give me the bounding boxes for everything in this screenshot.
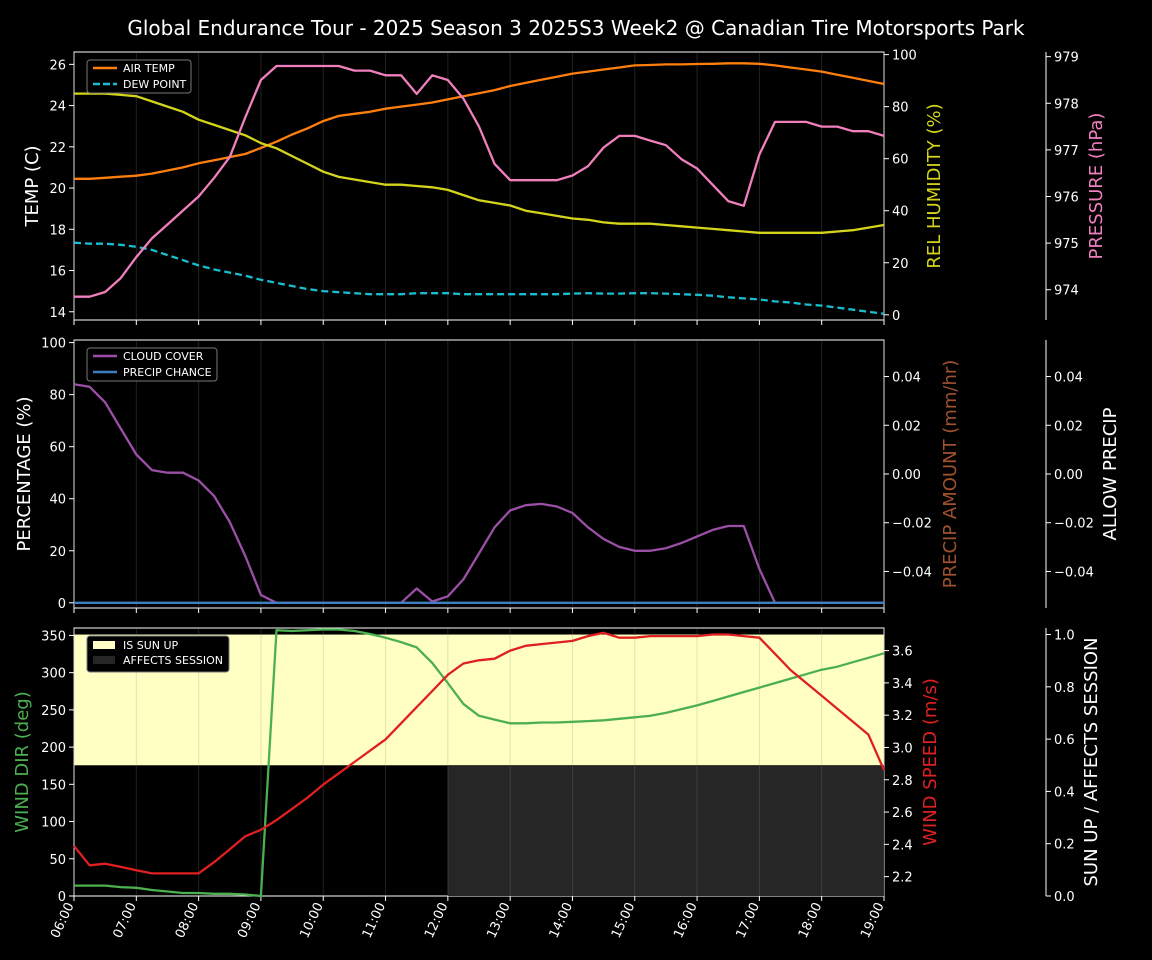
y-tick-label: 0.02 <box>892 419 921 434</box>
y-tick-label: 0.04 <box>892 371 921 386</box>
legend-swatch-sun-up <box>93 641 115 649</box>
y-tick-label: 300 <box>41 667 66 682</box>
temp-axis-label: TEMP (C) <box>22 145 43 227</box>
y-tick-label: 16 <box>49 265 66 280</box>
y-tick-label: −0.04 <box>892 565 932 580</box>
y-tick-label: −0.02 <box>1054 517 1094 532</box>
legend-swatch-affects-session <box>93 656 115 664</box>
y-tick-label: 40 <box>49 493 66 508</box>
y-tick-label: 1.0 <box>1054 629 1075 644</box>
y-tick-label: 0 <box>58 890 66 905</box>
precip-amount-axis-label: PRECIP AMOUNT (mm/hr) <box>940 360 961 589</box>
humidity-axis-label: REL HUMIDITY (%) <box>924 103 945 268</box>
panel-wind-legend: IS SUN UP AFFECTS SESSION <box>86 635 230 673</box>
y-tick-label: 976 <box>1054 190 1079 205</box>
y-tick-label: 974 <box>1054 284 1079 299</box>
y-tick-label: 0.6 <box>1054 733 1075 748</box>
percentage-axis-label: PERCENTAGE (%) <box>14 396 35 551</box>
y-tick-label: 0.00 <box>892 468 921 483</box>
y-tick-label: 26 <box>49 58 66 73</box>
wind-dir-axis-label: WIND DIR (deg) <box>12 691 33 833</box>
legend-label-sun-up: IS SUN UP <box>123 639 179 652</box>
y-tick-label: 22 <box>49 141 66 156</box>
y-tick-label: 0 <box>58 597 66 612</box>
allow-precip-axis-label: ALLOW PRECIP <box>1100 407 1121 540</box>
y-tick-label: 60 <box>49 441 66 456</box>
y-tick-label: 80 <box>49 389 66 404</box>
y-tick-label: 2.8 <box>892 774 913 789</box>
y-tick-label: 2.6 <box>892 806 913 821</box>
y-tick-label: 3.6 <box>892 645 913 660</box>
y-tick-label: 20 <box>49 182 66 197</box>
y-tick-label: 0 <box>892 309 900 324</box>
y-tick-label: 24 <box>49 100 66 115</box>
legend-label-precip-chance: PRECIP CHANCE <box>123 366 212 379</box>
y-tick-label: 40 <box>892 205 909 220</box>
y-tick-label: 18 <box>49 223 66 238</box>
pressure-axis-label: PRESSURE (hPa) <box>1086 113 1107 260</box>
y-tick-label: 3.2 <box>892 709 913 724</box>
y-tick-label: 80 <box>892 101 909 116</box>
y-tick-label: 0.04 <box>1054 371 1083 386</box>
legend-label-air-temp: AIR TEMP <box>123 62 175 75</box>
y-tick-label: 0.4 <box>1054 785 1075 800</box>
panel-precipitation-legend: CLOUD COVER PRECIP CHANCE <box>86 347 218 382</box>
y-tick-label: 150 <box>41 778 66 793</box>
y-tick-label: 50 <box>49 853 66 868</box>
y-tick-label: 975 <box>1054 237 1079 252</box>
chart-title: Global Endurance Tour - 2025 Season 3 20… <box>127 16 1025 40</box>
y-tick-label: 2.2 <box>892 871 913 886</box>
legend-label-dew-point: DEW POINT <box>123 78 187 91</box>
weather-chart: Global Endurance Tour - 2025 Season 3 20… <box>0 0 1152 960</box>
y-tick-label: 3.0 <box>892 741 913 756</box>
y-tick-label: 250 <box>41 704 66 719</box>
y-tick-label: −0.02 <box>892 517 932 532</box>
y-tick-label: 350 <box>41 629 66 644</box>
y-tick-label: 979 <box>1054 51 1079 66</box>
y-tick-label: 14 <box>49 306 66 321</box>
y-tick-label: 0.2 <box>1054 838 1075 853</box>
sun-up-axis-label: SUN UP / AFFECTS SESSION <box>1081 637 1102 886</box>
y-tick-label: 100 <box>41 337 66 352</box>
y-tick-label: 200 <box>41 741 66 756</box>
panel-temperature-legend: AIR TEMP DEW POINT <box>86 59 192 94</box>
y-tick-label: 977 <box>1054 144 1079 159</box>
y-tick-label: 0.0 <box>1054 890 1075 905</box>
y-tick-label: 978 <box>1054 97 1079 112</box>
y-tick-label: 0.8 <box>1054 681 1075 696</box>
y-tick-label: 20 <box>892 257 909 272</box>
y-tick-label: 20 <box>49 545 66 560</box>
y-tick-label: 100 <box>892 49 917 64</box>
y-tick-label: 60 <box>892 153 909 168</box>
y-tick-label: 0.00 <box>1054 468 1083 483</box>
y-tick-label: 0.02 <box>1054 419 1083 434</box>
affects-session-band <box>447 765 884 896</box>
y-tick-label: 2.4 <box>892 838 913 853</box>
legend-label-cloud-cover: CLOUD COVER <box>123 350 204 363</box>
y-tick-label: 100 <box>41 816 66 831</box>
wind-speed-axis-label: WIND SPEED (m/s) <box>920 678 941 846</box>
legend-label-affects-session: AFFECTS SESSION <box>123 654 223 667</box>
y-tick-label: 3.4 <box>892 677 913 692</box>
y-tick-label: −0.04 <box>1054 565 1094 580</box>
